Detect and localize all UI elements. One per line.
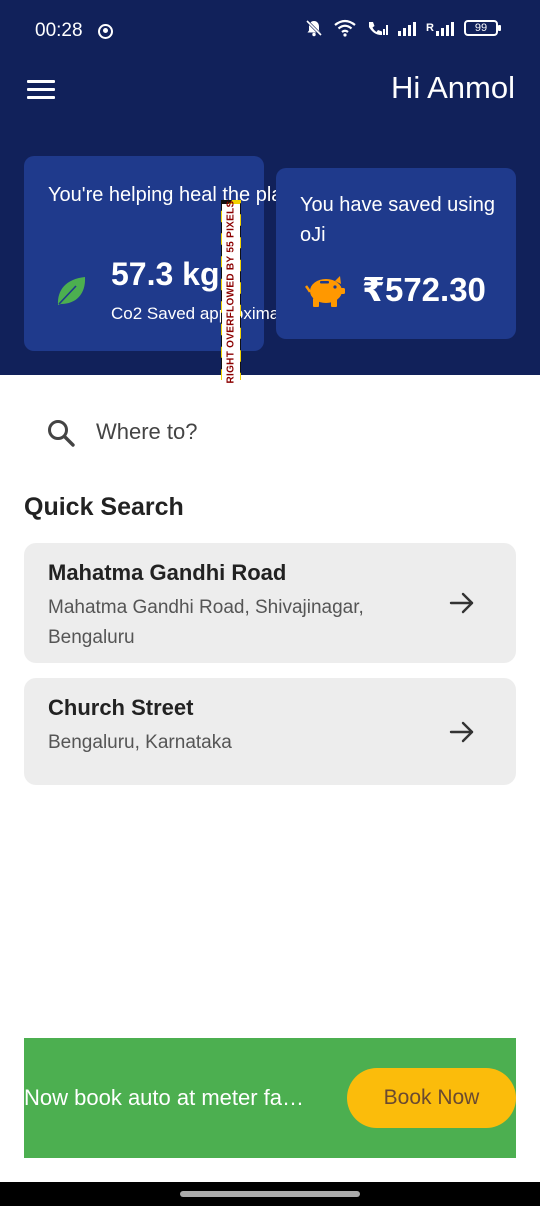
place-title: Mahatma Gandhi Road bbox=[48, 560, 287, 585]
header: 00:28 R 99 Hi Anmol You're helping heal … bbox=[0, 0, 540, 384]
book-now-button[interactable]: Book Now bbox=[347, 1068, 516, 1128]
search-bar[interactable]: Where to? bbox=[24, 400, 516, 464]
overflow-warning-text: RIGHT OVERFLOWED BY 55 PIXELS bbox=[225, 200, 237, 384]
status-icons: R 99 bbox=[304, 18, 501, 38]
savings-card: You have saved using oJi ₹572.30 bbox=[276, 168, 516, 339]
piggy-bank-icon bbox=[304, 276, 345, 307]
status-bar: 00:28 R 99 bbox=[0, 0, 540, 62]
savings-value: ₹572.30 bbox=[362, 271, 486, 308]
search-icon bbox=[48, 420, 75, 447]
home-gesture-handle[interactable] bbox=[180, 1191, 360, 1197]
signal-bars-1-icon bbox=[398, 20, 417, 36]
place-title: Church Street bbox=[48, 695, 194, 720]
search-input[interactable]: Where to? bbox=[96, 419, 198, 445]
battery-level: 99 bbox=[474, 22, 488, 34]
wifi-icon bbox=[334, 19, 356, 37]
quick-search-item[interactable]: Church Street Bengaluru, Karnataka bbox=[24, 678, 516, 785]
impact-card: You're helping heal the planet 57.3 kg C… bbox=[24, 156, 311, 384]
impact-text: You're helping heal the planet bbox=[48, 184, 311, 206]
notification-dot-icon bbox=[98, 24, 113, 39]
savings-text: You have saved using oJi bbox=[300, 194, 495, 246]
call-signal-icon bbox=[369, 22, 389, 36]
place-subtitle: Bengaluru, Karnataka bbox=[48, 732, 232, 753]
hamburger-icon bbox=[27, 80, 55, 83]
promo-banner: Now book auto at meter fa… Book Now bbox=[24, 1038, 516, 1158]
status-time: 00:28 bbox=[35, 20, 83, 41]
co2-value: 57.3 kg bbox=[111, 256, 220, 292]
leaf-icon bbox=[57, 277, 86, 305]
menu-button[interactable] bbox=[27, 80, 57, 102]
quick-search-title: Quick Search bbox=[24, 493, 184, 521]
arrow-right-icon[interactable] bbox=[448, 591, 476, 615]
navigation-bar bbox=[0, 1182, 540, 1206]
promo-text: Now book auto at meter fa… bbox=[24, 1085, 305, 1110]
hamburger-line bbox=[27, 96, 55, 99]
quick-search-item[interactable]: Mahatma Gandhi Road Mahatma Gandhi Road,… bbox=[24, 543, 516, 663]
hamburger-line bbox=[27, 88, 55, 91]
greeting: Hi Anmol bbox=[390, 70, 515, 105]
network-label: R bbox=[426, 22, 434, 34]
signal-bars-2-icon bbox=[436, 20, 454, 36]
overflow-warning: RIGHT OVERFLOWED BY 55 PIXELS bbox=[222, 201, 240, 384]
place-subtitle: Mahatma Gandhi Road, Shivajinagar, Benga… bbox=[48, 597, 364, 648]
mute-bell-icon bbox=[305, 19, 323, 37]
battery-icon: 99 bbox=[464, 20, 501, 36]
arrow-right-icon[interactable] bbox=[448, 720, 476, 744]
